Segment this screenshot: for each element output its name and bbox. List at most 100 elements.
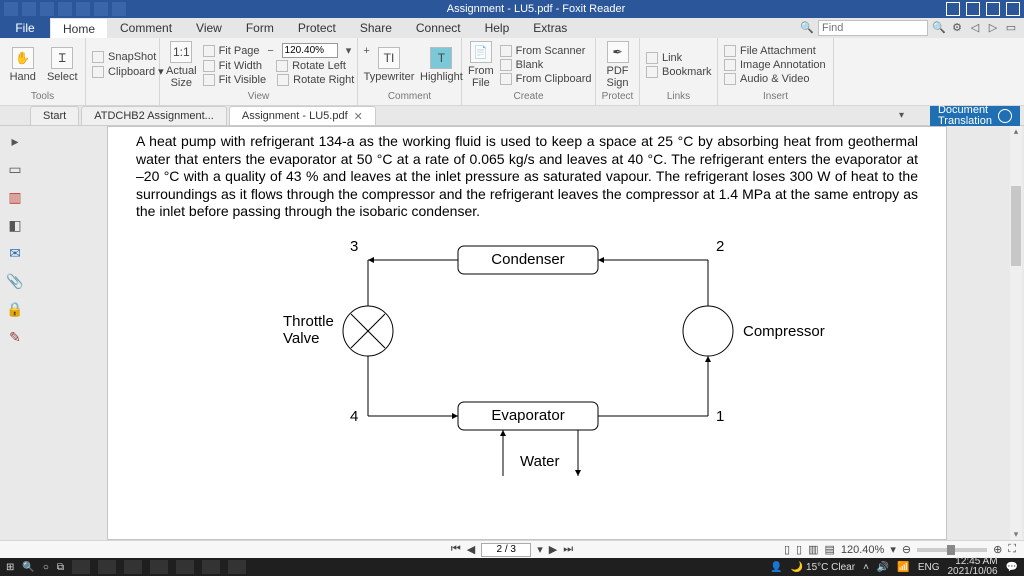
qat-undo-icon[interactable] xyxy=(94,2,108,16)
highlight-button[interactable]: THighlight xyxy=(420,47,463,83)
fit-visible-button[interactable]: Fit Visible Rotate Right xyxy=(203,74,374,86)
page-dropdown-icon[interactable]: ▾ xyxy=(537,543,543,556)
audio-video-button[interactable]: Audio & Video xyxy=(724,73,826,85)
blank-button[interactable]: Blank xyxy=(500,59,592,71)
continuous-facing-icon[interactable]: ▤ xyxy=(824,543,834,556)
find-settings-icon[interactable]: ⚙ xyxy=(950,21,964,35)
next-page-icon[interactable]: ▶ xyxy=(549,543,557,556)
select-button[interactable]: ꞮSelect xyxy=(46,47,80,83)
taskbar-app[interactable] xyxy=(228,560,246,574)
people-icon[interactable]: 👤 xyxy=(770,562,782,573)
qat-redo-icon[interactable] xyxy=(112,2,126,16)
find-prev-icon[interactable]: ◁ xyxy=(968,21,982,35)
notifications-icon[interactable]: 💬 xyxy=(1006,562,1018,573)
link-button[interactable]: Link xyxy=(646,52,712,64)
signatures-panel-icon[interactable]: ✎ xyxy=(6,328,24,346)
ribbon-tab-share[interactable]: Share xyxy=(348,18,404,38)
weather-widget[interactable]: 🌙 15°C Clear xyxy=(791,562,855,573)
doc-tab-atd[interactable]: ATDCHB2 Assignment... xyxy=(81,106,227,125)
language-indicator[interactable]: ENG xyxy=(918,562,940,573)
taskbar-app[interactable] xyxy=(202,560,220,574)
close-tab-icon[interactable]: ✕ xyxy=(354,110,363,123)
qat-email-icon[interactable] xyxy=(76,2,90,16)
ribbon-collapse-icon[interactable]: ▭ xyxy=(1004,21,1018,35)
doc-tab-current[interactable]: Assignment - LU5.pdf✕ xyxy=(229,106,376,125)
taskbar-app[interactable] xyxy=(98,560,116,574)
qat-open-icon[interactable] xyxy=(22,2,36,16)
zoom-out-icon[interactable]: ⊖ xyxy=(902,543,911,556)
hand-button[interactable]: ✋Hand xyxy=(6,47,40,83)
ribbon-tab-help[interactable]: Help xyxy=(473,18,522,38)
maximize-icon[interactable] xyxy=(986,2,1000,16)
page-number-input[interactable] xyxy=(481,543,531,557)
typewriter-button[interactable]: TITypewriter xyxy=(364,47,414,83)
clock[interactable]: 12:45 AM2021/10/06 xyxy=(947,557,997,577)
comments-panel-icon[interactable]: ✉ xyxy=(6,244,24,262)
arrow-right-icon[interactable]: ▸ xyxy=(6,132,24,150)
ribbon-tab-comment[interactable]: Comment xyxy=(108,18,184,38)
sound-icon[interactable]: 🔊 xyxy=(877,562,889,573)
find-next-icon[interactable]: ▷ xyxy=(986,21,1000,35)
zoom-dropdown-icon[interactable]: ▾ xyxy=(342,44,356,58)
fit-width-button[interactable]: Fit Width Rotate Left xyxy=(203,60,374,72)
security-panel-icon[interactable]: 🔒 xyxy=(6,300,24,318)
ribbon-tab-connect[interactable]: Connect xyxy=(404,18,473,38)
cortana-icon[interactable]: ○ xyxy=(43,562,49,573)
continuous-icon[interactable]: ▯ xyxy=(796,543,802,556)
taskbar-app[interactable] xyxy=(176,560,194,574)
image-annotation-button[interactable]: Image Annotation xyxy=(724,59,826,71)
doc-tab-start[interactable]: Start xyxy=(30,106,79,125)
ribbon-tab-view[interactable]: View xyxy=(184,18,234,38)
scroll-up-icon[interactable]: ▴ xyxy=(1010,126,1022,137)
ribbon-tab-extras[interactable]: Extras xyxy=(521,18,579,38)
pages-panel-icon[interactable]: ▥ xyxy=(6,188,24,206)
ribbon-tab-protect[interactable]: Protect xyxy=(286,18,348,38)
close-icon[interactable] xyxy=(1006,2,1020,16)
start-icon[interactable]: ⊞ xyxy=(6,562,14,573)
layers-panel-icon[interactable]: ◧ xyxy=(6,216,24,234)
scroll-thumb[interactable] xyxy=(1011,186,1021,266)
zoom-out-icon[interactable]: − xyxy=(264,44,278,58)
snapshot-button[interactable]: SnapShot xyxy=(92,51,164,63)
from-file-button[interactable]: 📄From File xyxy=(468,41,494,89)
wifi-icon[interactable]: 📶 xyxy=(897,562,909,573)
attachments-panel-icon[interactable]: 📎 xyxy=(6,272,24,290)
bookmarks-panel-icon[interactable]: ▭ xyxy=(6,160,24,178)
zoom-slider[interactable] xyxy=(917,548,987,552)
ribbon-tab-file[interactable]: File xyxy=(0,18,50,38)
fit-page-button[interactable]: Fit Page − ▾ + xyxy=(203,43,374,58)
taskview-icon[interactable]: ⧉ xyxy=(57,562,64,573)
file-attachment-button[interactable]: File Attachment xyxy=(724,45,826,57)
taskbar-app[interactable] xyxy=(150,560,168,574)
facing-icon[interactable]: ▥ xyxy=(808,543,818,556)
search-icon[interactable]: 🔍 xyxy=(22,562,34,573)
tab-overflow-icon[interactable]: ▾ xyxy=(899,110,904,121)
first-page-icon[interactable]: ⏮ xyxy=(451,543,461,556)
qat-icon[interactable] xyxy=(4,2,18,16)
scroll-down-icon[interactable]: ▾ xyxy=(1010,529,1022,540)
minimize-icon[interactable] xyxy=(966,2,980,16)
from-scanner-button[interactable]: From Scanner xyxy=(500,45,592,57)
ribbon-tab-home[interactable]: Home xyxy=(50,18,108,38)
taskbar-app[interactable] xyxy=(72,560,90,574)
fullscreen-icon[interactable]: ⛶ xyxy=(1008,543,1016,556)
document-translation-button[interactable]: Document Translation xyxy=(930,106,1020,126)
find-input[interactable] xyxy=(818,20,928,36)
zoom-input[interactable] xyxy=(282,43,338,58)
vertical-scrollbar[interactable]: ▴ ▾ xyxy=(1010,126,1022,540)
find-advanced-icon[interactable]: 🔍 xyxy=(932,21,946,35)
actual-size-button[interactable]: 1:1Actual Size xyxy=(166,41,197,89)
clipboard-button[interactable]: Clipboard ▾ xyxy=(92,65,164,78)
taskbar-app[interactable] xyxy=(124,560,142,574)
bookmark-button[interactable]: Bookmark xyxy=(646,66,712,78)
qat-print-icon[interactable] xyxy=(58,2,72,16)
tray-chevron-icon[interactable]: ˄ xyxy=(863,562,869,573)
last-page-icon[interactable]: ⏭ xyxy=(563,543,573,556)
pdf-sign-button[interactable]: ✒PDF Sign xyxy=(602,41,633,89)
single-page-icon[interactable]: ▯ xyxy=(784,543,790,556)
qat-save-icon[interactable] xyxy=(40,2,54,16)
app-menu-icon[interactable] xyxy=(946,2,960,16)
zoom-dropdown-icon[interactable]: ▾ xyxy=(890,543,896,556)
from-clipboard-button[interactable]: From Clipboard xyxy=(500,73,592,85)
prev-page-icon[interactable]: ◀ xyxy=(467,543,475,556)
